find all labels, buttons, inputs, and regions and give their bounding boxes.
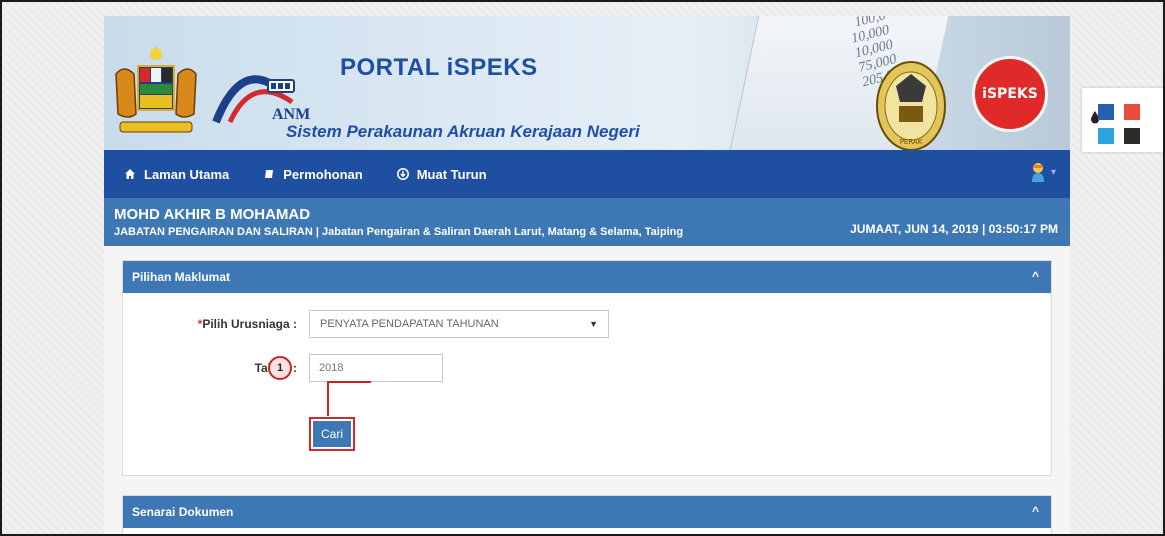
callout-marker: 1 bbox=[268, 356, 292, 380]
theme-switcher bbox=[1082, 88, 1163, 152]
theme-swatch-blue[interactable] bbox=[1098, 104, 1114, 120]
theme-swatch-cyan[interactable] bbox=[1098, 128, 1114, 144]
theme-swatch-red[interactable] bbox=[1124, 104, 1140, 120]
callout-connector bbox=[327, 381, 371, 416]
portal-page: 100,0 10,000 10,000 75,000 205,00 ANM PO… bbox=[104, 16, 1070, 534]
screenshot-frame: 100,0 10,000 10,000 75,000 205,00 ANM PO… bbox=[0, 0, 1165, 536]
theme-swatch-dark[interactable] bbox=[1124, 128, 1140, 144]
